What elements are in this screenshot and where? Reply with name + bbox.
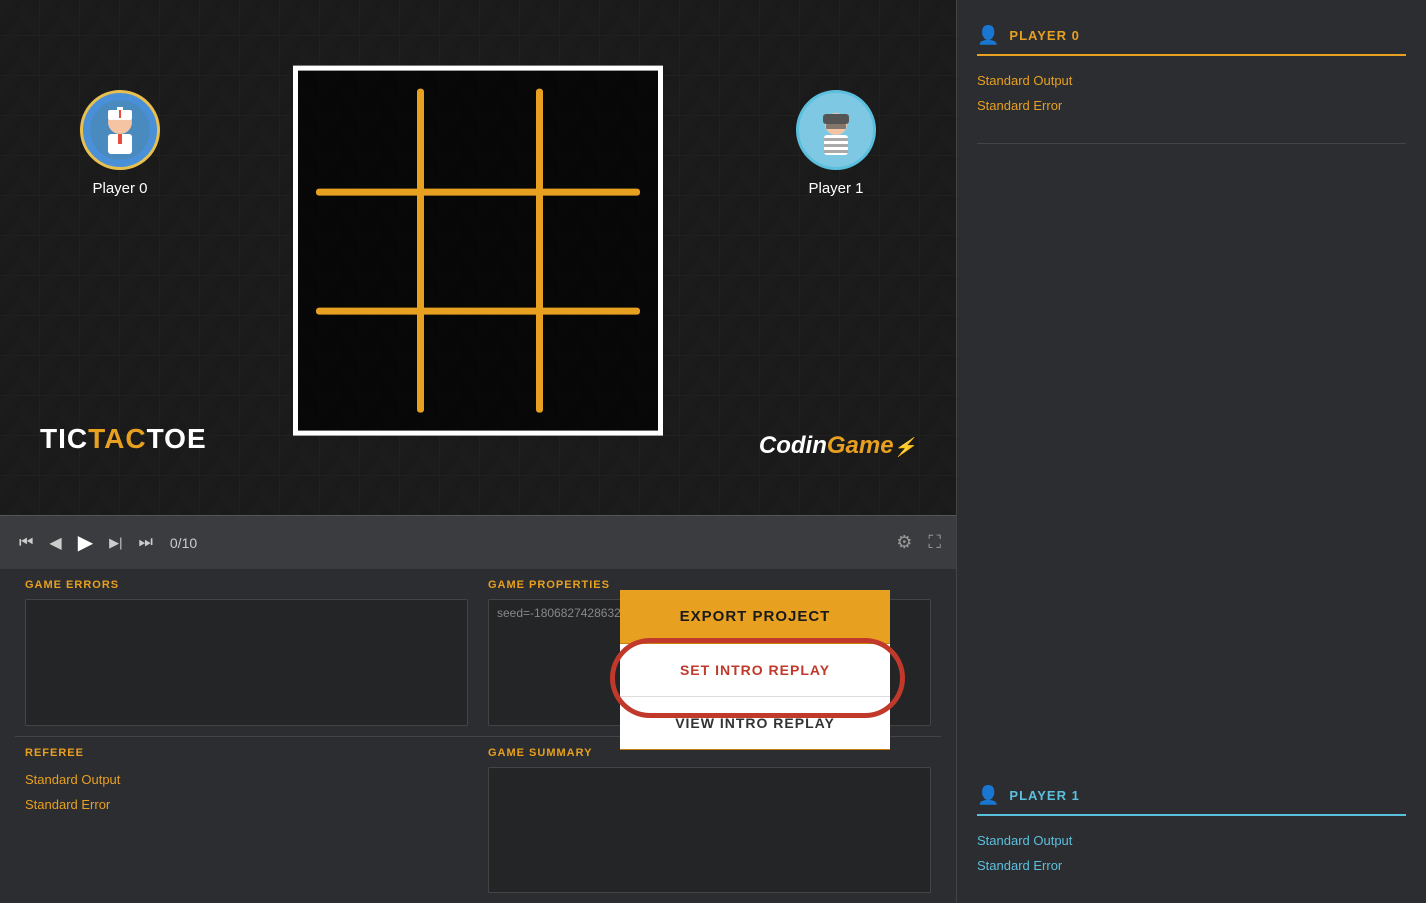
game-viewer: Player 0 xyxy=(0,0,956,515)
play-button[interactable]: ▶ xyxy=(74,526,97,559)
player0-stdout-link[interactable]: Standard Output xyxy=(977,68,1406,93)
skip-forward-button[interactable]: ⏭ xyxy=(134,530,156,556)
sidebar-player1-section: 👤 PLAYER 1 Standard Output Standard Erro… xyxy=(957,775,1426,888)
logo-codin: Codin xyxy=(759,432,827,459)
game-summary-box xyxy=(488,767,931,894)
player0-header: 👤 PLAYER 0 xyxy=(977,25,1406,56)
game-title: TICTACTOE xyxy=(40,423,207,455)
player1-avatar-container: Player 1 xyxy=(796,90,876,197)
game-errors-label: GAME ERRORS xyxy=(25,579,468,591)
step-forward-button[interactable]: ▶| xyxy=(105,531,126,555)
grid-line-v1 xyxy=(417,88,424,412)
title-tic: TIC xyxy=(40,423,88,454)
player0-header-name: PLAYER 0 xyxy=(1009,28,1079,43)
ttt-board-container xyxy=(293,65,663,435)
player1-stderr-link[interactable]: Standard Error xyxy=(977,853,1406,878)
export-project-button[interactable]: EXPORT PROJECT xyxy=(620,590,890,644)
game-errors-section: GAME ERRORS xyxy=(15,579,478,726)
set-intro-replay-button[interactable]: SET INTRO REPLAY xyxy=(620,644,890,697)
game-errors-box xyxy=(25,599,468,726)
referee-stderr-link[interactable]: Standard Error xyxy=(25,792,468,817)
player1-name: Player 1 xyxy=(808,180,863,197)
sidebar-divider xyxy=(977,143,1406,144)
dropdown-overlay: EXPORT PROJECT SET INTRO REPLAY VIEW INT… xyxy=(620,590,890,750)
ttt-board xyxy=(298,70,658,430)
referee-label: REFEREE xyxy=(25,747,468,759)
player1-stdout-link[interactable]: Standard Output xyxy=(977,828,1406,853)
player1-avatar xyxy=(796,90,876,170)
player1-icon: 👤 xyxy=(977,785,999,806)
player0-icon: 👤 xyxy=(977,25,999,46)
fullscreen-icon[interactable]: ⛶ xyxy=(928,532,941,553)
player1-header: 👤 PLAYER 1 xyxy=(977,785,1406,816)
logo-game: Game xyxy=(827,432,894,459)
right-sidebar: 👤 PLAYER 0 Standard Output Standard Erro… xyxy=(956,0,1426,903)
player0-stderr-link[interactable]: Standard Error xyxy=(977,93,1406,118)
step-back-button[interactable]: ◀ xyxy=(45,529,65,557)
settings-icon[interactable]: ⚙ xyxy=(896,532,912,553)
logo-spark: ⚡ xyxy=(894,437,916,457)
bottom-panels-row: REFEREE Standard Output Standard Error G… xyxy=(0,737,956,903)
player0-avatar-container: Player 0 xyxy=(80,90,160,197)
player1-header-name: PLAYER 1 xyxy=(1009,788,1079,803)
player0-avatar xyxy=(80,90,160,170)
referee-stdout-link[interactable]: Standard Output xyxy=(25,767,468,792)
game-summary-section: GAME SUMMARY xyxy=(478,747,941,894)
player0-avatar-image xyxy=(90,100,150,160)
main-area: Player 0 xyxy=(0,0,956,903)
grid-line-h1 xyxy=(316,189,640,196)
referee-section: REFEREE Standard Output Standard Error xyxy=(15,747,478,894)
player0-name: Player 0 xyxy=(92,180,147,197)
sidebar-player0-section: 👤 PLAYER 0 Standard Output Standard Erro… xyxy=(957,15,1426,128)
title-toe: TOE xyxy=(147,423,207,454)
game-canvas: Player 0 xyxy=(0,0,956,515)
player1-avatar-image xyxy=(806,100,866,160)
playback-controls: ⏮ ◀ ▶ ▶| ⏭ 0/10 ⚙ ⛶ xyxy=(0,515,956,569)
view-intro-replay-button[interactable]: VIEW INTRO REPLAY xyxy=(620,697,890,750)
codingame-logo: CodinGame⚡ xyxy=(759,432,916,460)
frame-counter: 0/10 xyxy=(170,535,197,551)
sidebar-spacer xyxy=(957,159,1426,775)
title-tac: TAC xyxy=(88,423,146,454)
skip-back-button[interactable]: ⏮ xyxy=(15,530,37,556)
grid-line-v2 xyxy=(536,88,543,412)
grid-line-h2 xyxy=(316,308,640,315)
